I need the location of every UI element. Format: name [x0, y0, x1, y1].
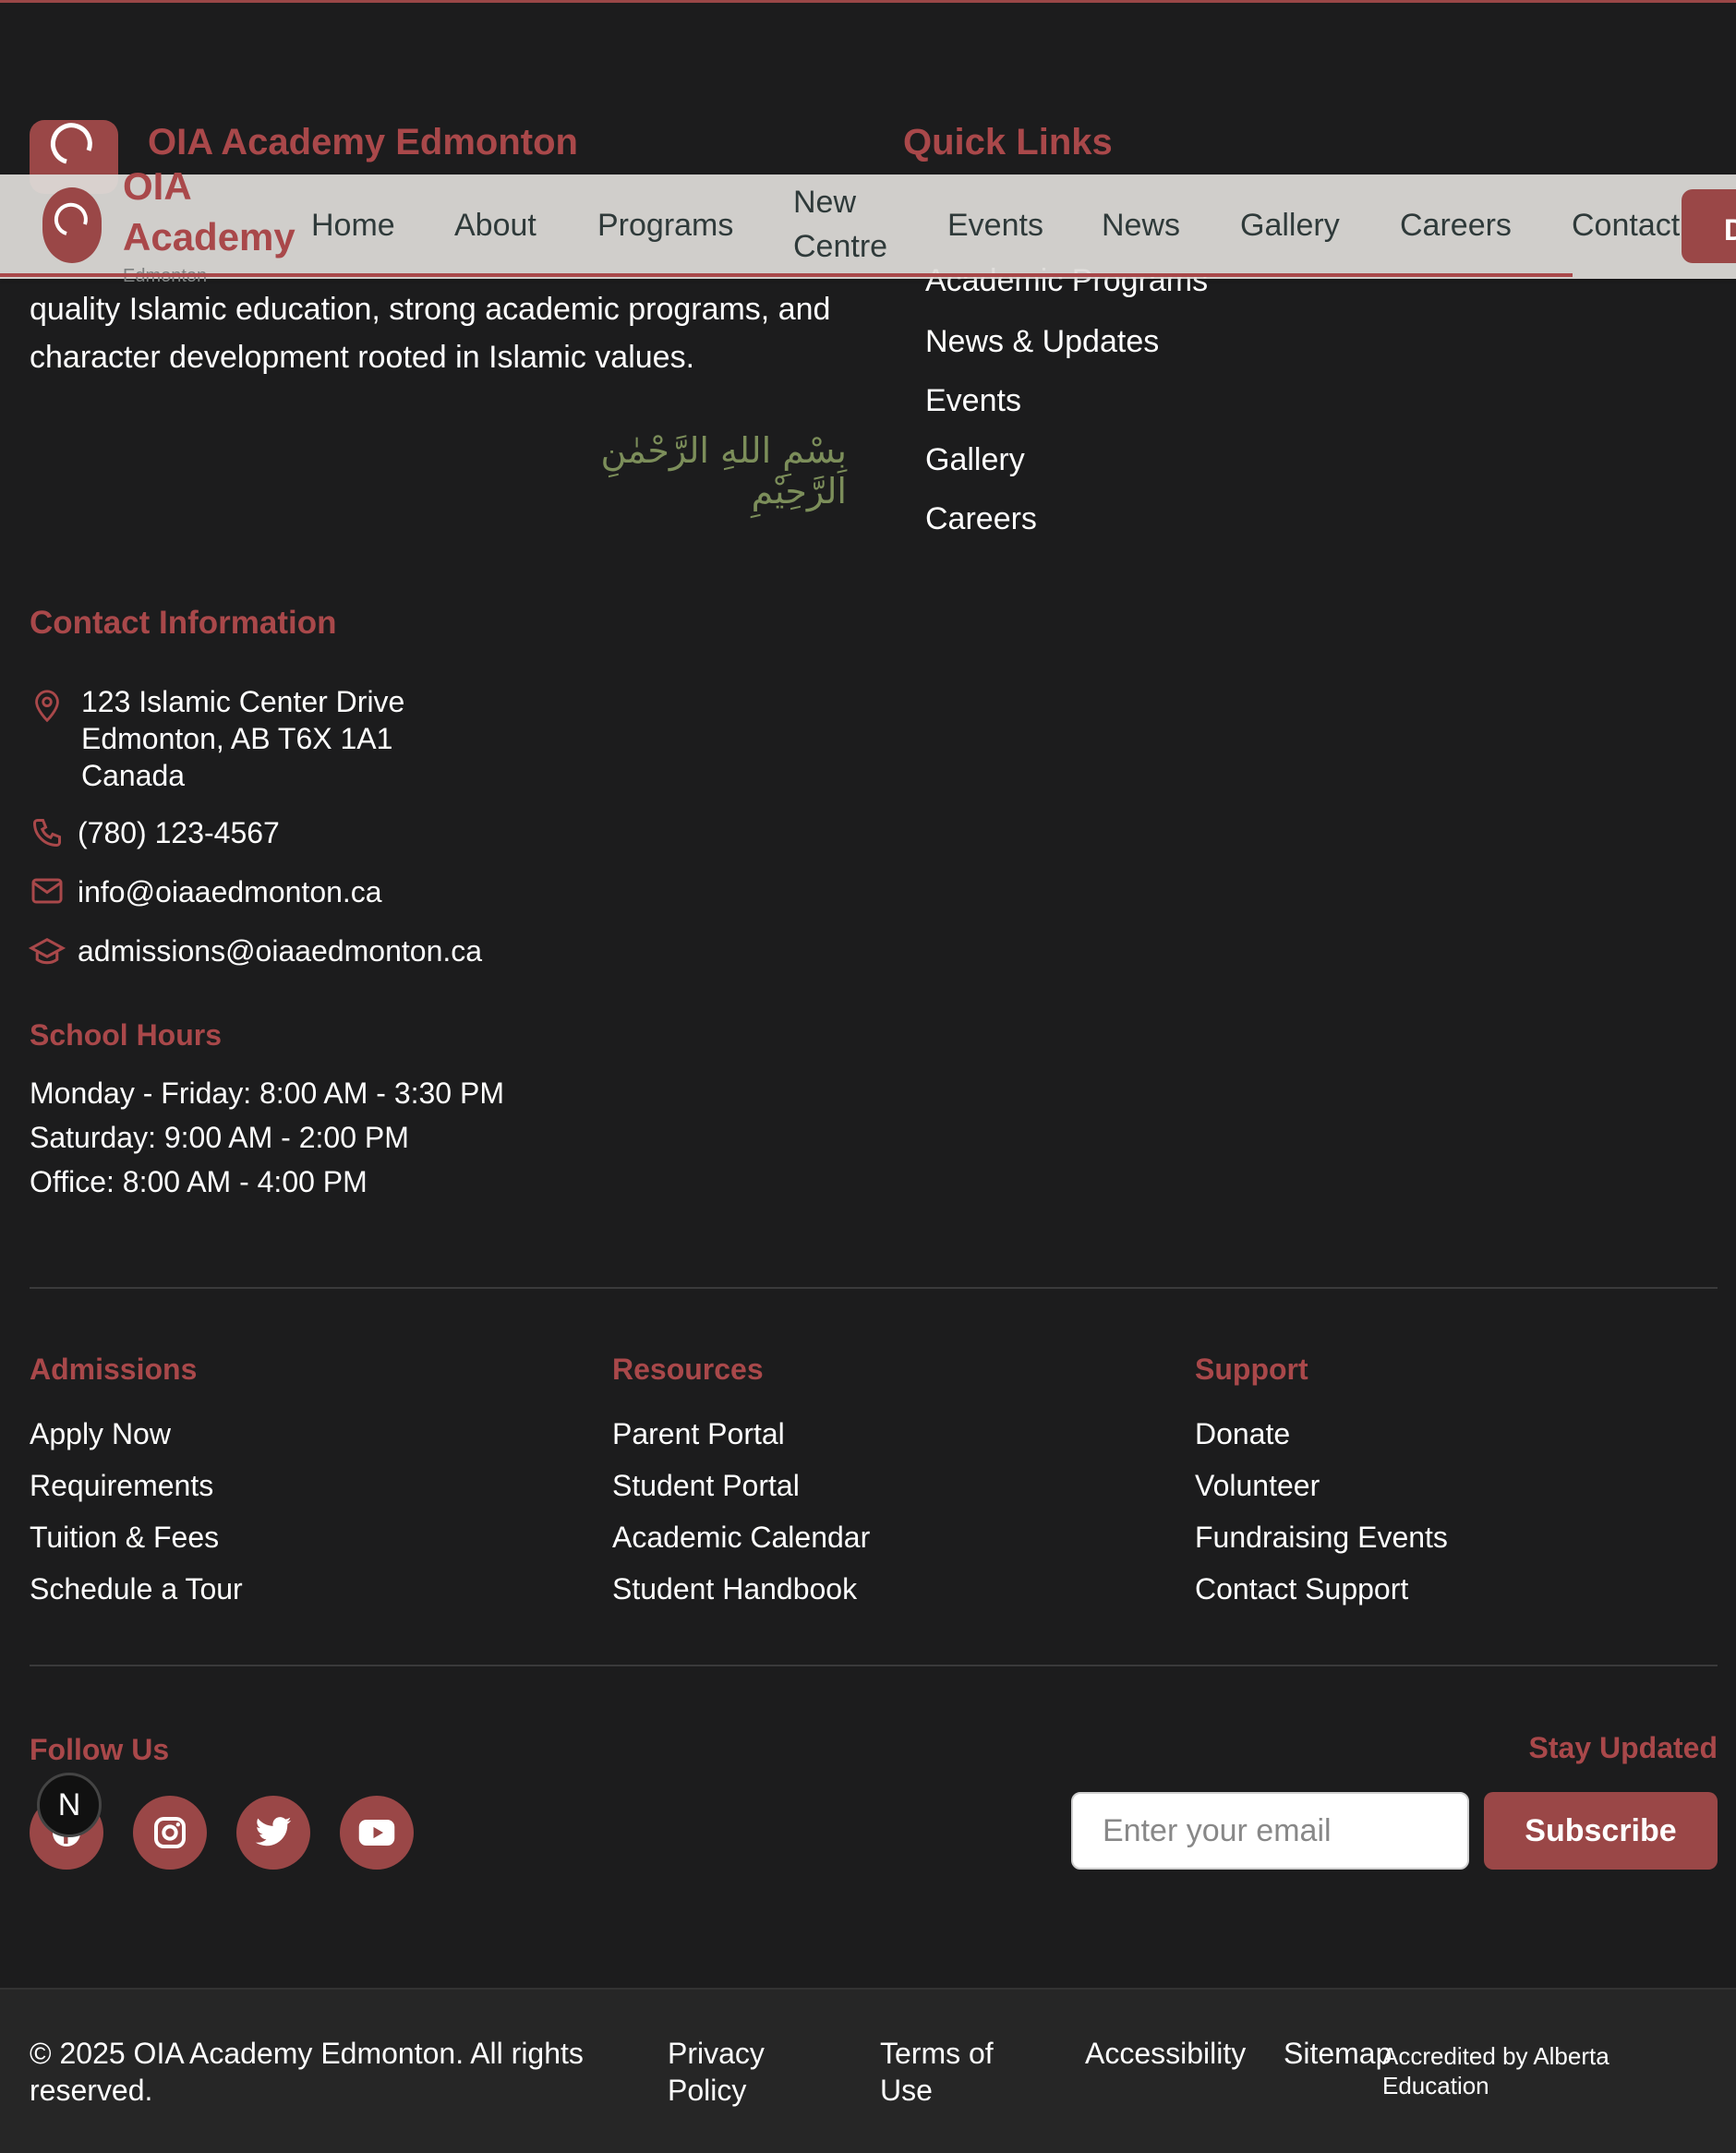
accredited-line1: Accredited by Alberta — [1382, 2042, 1609, 2070]
admissions-link-apply[interactable]: Apply Now — [30, 1417, 171, 1451]
n-badge[interactable]: N — [37, 1773, 102, 1837]
address-line2: Edmonton, AB T6X 1A1 — [81, 722, 393, 755]
accessibility-link[interactable]: Accessibility — [1085, 2037, 1246, 2071]
nav-logo[interactable] — [42, 187, 102, 263]
crescent-icon — [54, 202, 88, 235]
location-pin-icon — [35, 690, 59, 723]
phone-number[interactable]: (780) 123-4567 — [78, 816, 280, 850]
nav-new-centre-line2[interactable]: Centre — [793, 229, 887, 265]
brand-description-line1: quality Islamic education, strong academ… — [30, 292, 831, 327]
nav-events[interactable]: Events — [947, 208, 1043, 244]
admissions-email[interactable]: admissions@oiaaedmonton.ca — [78, 934, 482, 968]
hours-weekday: Monday - Friday: 8:00 AM - 3:30 PM — [30, 1076, 504, 1110]
support-title: Support — [1195, 1353, 1308, 1386]
youtube-icon[interactable] — [340, 1796, 414, 1870]
nav-brand-line1[interactable]: OIA — [123, 161, 192, 211]
quick-link-events[interactable]: Events — [925, 377, 1021, 425]
admissions-title: Admissions — [30, 1353, 198, 1386]
resources-title: Resources — [612, 1353, 764, 1386]
mail-icon — [31, 878, 63, 904]
admissions-link-requirements[interactable]: Requirements — [30, 1469, 213, 1503]
quick-link-news[interactable]: News & Updates — [925, 318, 1159, 366]
school-hours-title: School Hours — [30, 1018, 223, 1052]
address-line3: Canada — [81, 759, 186, 792]
copyright-line2: reserved. — [30, 2074, 153, 2107]
nav-about[interactable]: About — [454, 208, 536, 244]
subscribe-button[interactable]: Subscribe — [1484, 1792, 1718, 1870]
support-link-volunteer[interactable]: Volunteer — [1195, 1469, 1320, 1503]
graduation-cap-icon — [29, 937, 66, 965]
instagram-icon[interactable] — [133, 1796, 207, 1870]
footer-bottom-border — [0, 1988, 1736, 1990]
quick-links-title: Quick Links — [903, 122, 1113, 162]
support-link-contact[interactable]: Contact Support — [1195, 1572, 1408, 1606]
resources-link-parent-portal[interactable]: Parent Portal — [612, 1417, 785, 1451]
terms-link-line1[interactable]: Terms of — [880, 2037, 994, 2071]
nav-home[interactable]: Home — [311, 208, 395, 244]
footer-divider-2 — [30, 1665, 1718, 1666]
privacy-link-line1[interactable]: Privacy — [668, 2037, 765, 2071]
hours-office: Office: 8:00 AM - 4:00 PM — [30, 1165, 368, 1198]
resources-link-calendar[interactable]: Academic Calendar — [612, 1521, 870, 1555]
phone-icon — [32, 819, 61, 848]
nav-careers[interactable]: Careers — [1400, 208, 1512, 244]
copyright-line1: © 2025 OIA Academy Edmonton. All rights — [30, 2037, 584, 2070]
sitemap-link[interactable]: Sitemap — [1284, 2037, 1392, 2071]
accredited-line2: Education — [1382, 2072, 1489, 2099]
address-line1: 123 Islamic Center Drive — [81, 685, 405, 718]
hours-saturday: Saturday: 9:00 AM - 2:00 PM — [30, 1121, 409, 1154]
footer-divider-1 — [30, 1287, 1718, 1289]
instagram-glyph — [154, 1817, 186, 1848]
contact-title: Contact Information — [30, 605, 337, 641]
brand-description-line2: character development rooted in Islamic … — [30, 340, 695, 375]
newsletter-email-input[interactable] — [1071, 1792, 1469, 1870]
terms-link-line2[interactable]: Use — [880, 2074, 933, 2108]
twitter-icon[interactable] — [236, 1796, 310, 1870]
quick-link-gallery[interactable]: Gallery — [925, 436, 1025, 484]
nav-news[interactable]: News — [1102, 208, 1180, 244]
bismillah-text: بِسْمِ اللهِ الرَّحْمٰنِ الرَّحِيْمِ — [600, 430, 847, 511]
nav-active-underline — [0, 273, 1573, 277]
follow-us-title: Follow Us — [30, 1733, 170, 1766]
top-accent-line — [0, 0, 1736, 3]
admissions-link-tour[interactable]: Schedule a Tour — [30, 1572, 243, 1606]
nav-gallery[interactable]: Gallery — [1240, 208, 1340, 244]
resources-link-handbook[interactable]: Student Handbook — [612, 1572, 857, 1606]
nav-contact[interactable]: Contact — [1572, 208, 1680, 244]
nav-programs[interactable]: Programs — [597, 208, 733, 244]
privacy-link-line2[interactable]: Policy — [668, 2074, 746, 2108]
nav-new-centre-line1[interactable]: New — [793, 185, 856, 221]
contact-email[interactable]: info@oiaaedmonton.ca — [78, 875, 382, 909]
quick-link-careers[interactable]: Careers — [925, 495, 1037, 543]
nav-brand-line2[interactable]: Academy — [123, 211, 295, 262]
stay-updated-title: Stay Updated — [1528, 1731, 1718, 1764]
support-link-donate[interactable]: Donate — [1195, 1417, 1290, 1451]
admissions-link-tuition[interactable]: Tuition & Fees — [30, 1521, 219, 1555]
twitter-glyph — [255, 1817, 292, 1846]
footer-brand-name: OIA Academy Edmonton — [148, 122, 578, 162]
support-link-fundraising[interactable]: Fundraising Events — [1195, 1521, 1448, 1555]
donate-button[interactable]: D — [1682, 189, 1736, 263]
resources-link-student-portal[interactable]: Student Portal — [612, 1469, 800, 1503]
youtube-glyph — [358, 1820, 395, 1846]
